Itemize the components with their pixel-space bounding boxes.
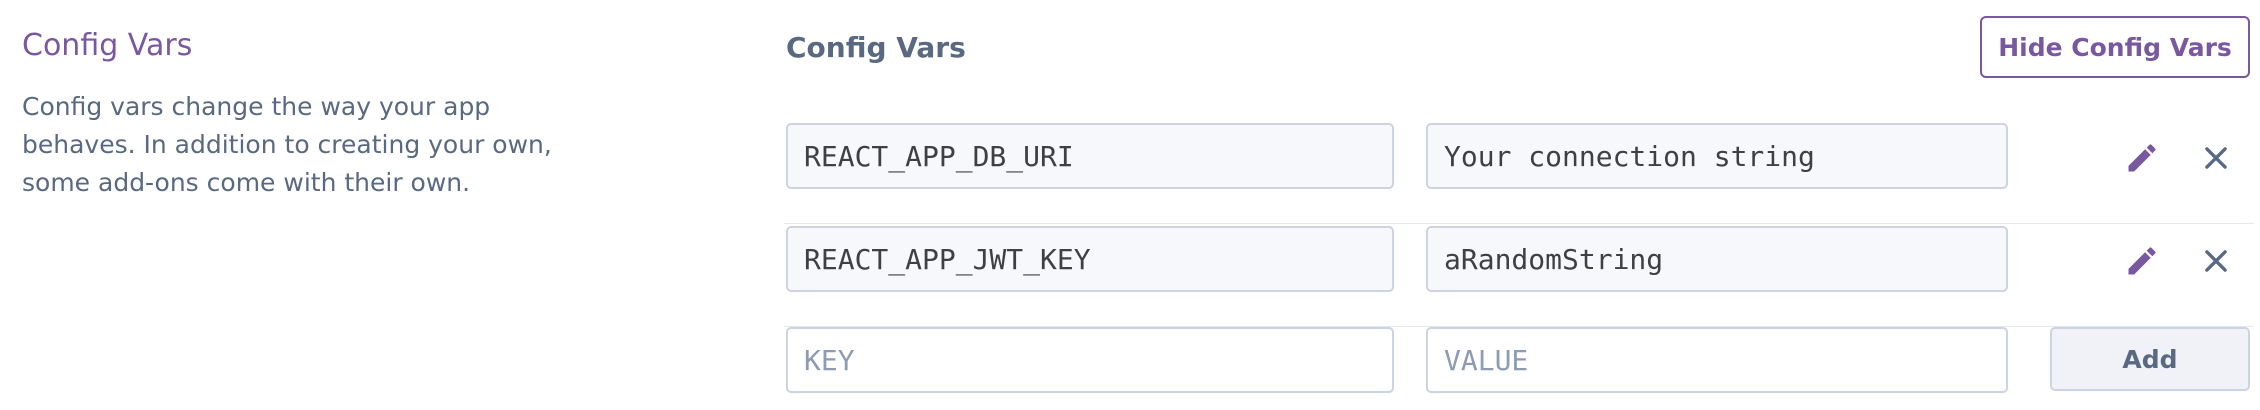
edit-config-var-button[interactable]: [2122, 138, 2162, 178]
hide-config-vars-button[interactable]: Hide Config Vars: [1980, 16, 2250, 78]
config-var-key-field[interactable]: REACT_APP_DB_URI: [786, 123, 1394, 189]
close-icon: [2205, 147, 2227, 169]
pencil-icon: [2128, 144, 2156, 172]
config-vars-description: Config vars change the way your app beha…: [22, 92, 552, 197]
config-vars-panel-title: Config Vars: [786, 31, 966, 64]
new-value-input[interactable]: [1426, 327, 2008, 393]
remove-config-var-button[interactable]: [2196, 138, 2236, 178]
add-config-var-button[interactable]: Add: [2050, 327, 2250, 391]
close-icon: [2205, 250, 2227, 272]
edit-config-var-button[interactable]: [2122, 241, 2162, 281]
new-key-input[interactable]: [786, 327, 1394, 393]
new-config-var-row: Add: [784, 327, 2254, 397]
config-vars-section-title: Config Vars: [22, 28, 193, 63]
config-var-value-field[interactable]: aRandomString: [1426, 226, 2008, 292]
config-var-row: REACT_APP_DB_URI Your connection string: [784, 123, 2254, 224]
config-var-key-field[interactable]: REACT_APP_JWT_KEY: [786, 226, 1394, 292]
pencil-icon: [2128, 247, 2156, 275]
config-var-row: REACT_APP_JWT_KEY aRandomString: [784, 226, 2254, 327]
config-var-value-field[interactable]: Your connection string: [1426, 123, 2008, 189]
remove-config-var-button[interactable]: [2196, 241, 2236, 281]
